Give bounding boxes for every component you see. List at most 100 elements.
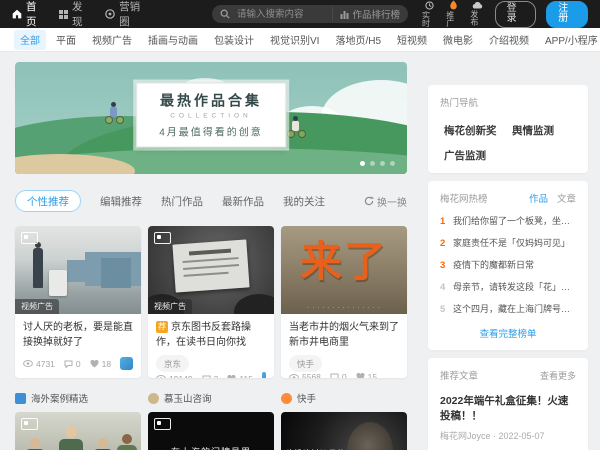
grid-icon	[59, 10, 68, 19]
tab-editor-recommend[interactable]: 编辑推荐	[100, 194, 142, 209]
views-stat: 19149	[156, 374, 193, 379]
comment-icon	[64, 360, 73, 368]
search-icon	[220, 9, 230, 19]
publish-label: 发布	[470, 11, 484, 27]
cloud-upload-icon	[472, 1, 483, 9]
hot-list-item[interactable]: 1 我们给你留了一个板凳，坐不坐？	[440, 214, 576, 227]
bar-chart-icon	[340, 10, 349, 19]
category-item[interactable]: 包装设计	[208, 30, 260, 50]
feed-column: 慕玉山咨询 在上海的门牌号里	[148, 391, 274, 450]
work-thumbnail[interactable]: 视频广告	[148, 226, 274, 314]
category-item[interactable]: 插画与动画	[142, 30, 204, 50]
work-card[interactable]: 来了 · · · · · · · · · · · · · · · 当老市井的烟火…	[281, 226, 407, 378]
hot-list-item[interactable]: 4 母亲节，请转发这段「花」给妈妈看	[440, 280, 576, 293]
category-item[interactable]: APP/小程序	[539, 30, 600, 50]
author-avatar[interactable]	[120, 357, 133, 370]
video-thumbnail[interactable]	[15, 412, 141, 450]
login-button[interactable]: 登录	[495, 1, 537, 28]
source-grid-icon	[15, 393, 26, 404]
realtime-button[interactable]: 实时	[422, 1, 436, 28]
brand-tag[interactable]: 京东	[156, 355, 189, 372]
category-all[interactable]: 全部	[14, 30, 46, 50]
link-opinion-monitor[interactable]: 舆情监测	[508, 123, 576, 138]
work-card[interactable]: 视频广告 讨人厌的老板，要是能直接换掉就好了 4731 0	[15, 226, 141, 378]
nav-marketing[interactable]: 营销圈	[105, 0, 148, 29]
refresh-button[interactable]: 换一换	[364, 194, 407, 209]
promote-button[interactable]: 推广	[446, 0, 460, 28]
link-meihua-award[interactable]: 梅花创新奖	[440, 123, 508, 138]
hot-list-tab-articles[interactable]: 文章	[557, 191, 576, 205]
article-item[interactable]: 2022年端午礼盒征集！火速投稿！！ 梅花网Joyce · 2022-05-07	[440, 394, 576, 442]
hero-banner[interactable]: 最热作品合集 COLLECTION 4月最值得看的创意	[15, 62, 407, 174]
author-avatar[interactable]	[262, 372, 266, 378]
category-item[interactable]: 落地页/H5	[329, 30, 387, 50]
video-thumbnail[interactable]: 吃没吃过沙县的	[281, 412, 407, 450]
category-item[interactable]: 短视频	[391, 30, 433, 50]
feed-source-name: 海外案例精选	[31, 391, 88, 405]
link-ad-monitor[interactable]: 广告监测	[440, 148, 508, 163]
banner-title: 最热作品合集	[159, 90, 263, 110]
work-thumbnail[interactable]: 视频广告	[15, 226, 141, 314]
view-more-link[interactable]: 查看更多	[540, 369, 576, 382]
ranking-label: 作品排行榜	[352, 7, 400, 21]
video-icon	[21, 232, 38, 244]
category-item[interactable]: 平面	[50, 30, 82, 50]
feed-source[interactable]: 快手	[281, 391, 407, 405]
work-cards-row: 视频广告 讨人厌的老板，要是能直接换掉就好了 4731 0	[15, 226, 407, 378]
nav-marketing-label: 营销圈	[119, 0, 148, 29]
tab-personal-recommend[interactable]: 个性推荐	[15, 190, 81, 212]
work-card[interactable]: 视频广告 荐京东图书反套路操作，在读书日向你找「买」书 京东 19149	[148, 226, 274, 378]
carousel-dot[interactable]	[390, 161, 395, 166]
category-item[interactable]: 视频广告	[86, 30, 138, 50]
video-icon	[154, 418, 171, 430]
brand-tag[interactable]: 快手	[289, 355, 322, 372]
carousel-dot[interactable]	[360, 161, 365, 166]
nav-home[interactable]: 首页	[12, 0, 45, 29]
carousel-dot[interactable]	[380, 161, 385, 166]
feed-source-name: 慕玉山咨询	[164, 391, 212, 405]
work-stats: 5568 0 15	[281, 372, 407, 378]
comments-stat: 0	[330, 372, 347, 378]
hot-list-item[interactable]: 5 这个四月，藏在上海门牌号里的春天	[440, 302, 576, 315]
category-item[interactable]: 视觉识别VI	[264, 30, 325, 50]
work-stats: 19149 3 115	[148, 372, 274, 378]
tab-hot-works[interactable]: 热门作品	[161, 194, 203, 209]
hot-list-item[interactable]: 3 疫情下的魔都新日常	[440, 258, 576, 271]
video-thumbnail[interactable]: 在上海的门牌号里	[148, 412, 274, 450]
page: 首页 发现 营销圈 作品排行榜 实时 推广	[0, 0, 600, 450]
search-input[interactable]	[235, 8, 327, 21]
bottom-feeds-row: 海外案例精选 慕玉山咨询 在上海的门牌号里	[15, 391, 407, 450]
eye-icon	[23, 360, 33, 367]
feed-source[interactable]: 海外案例精选	[15, 391, 141, 405]
category-item[interactable]: 介绍视频	[483, 30, 535, 50]
heart-icon	[90, 360, 99, 368]
feed-column: 快手 吃没吃过沙县的	[281, 391, 407, 450]
work-title[interactable]: 荐京东图书反套路操作，在读书日向你找「买」书	[156, 320, 266, 350]
clock-icon	[425, 1, 434, 10]
nav-discover[interactable]: 发现	[59, 0, 91, 29]
carousel-dot[interactable]	[370, 161, 375, 166]
work-title[interactable]: 讨人厌的老板，要是能直接换掉就好了	[23, 320, 133, 350]
ranking-button[interactable]: 作品排行榜	[332, 7, 400, 21]
feed-source[interactable]: 慕玉山咨询	[148, 391, 274, 405]
tab-my-follow[interactable]: 我的关注	[283, 194, 325, 209]
heart-icon	[227, 375, 236, 379]
source-avatar-icon	[148, 393, 159, 404]
hot-list-card: 梅花网热榜 作品 文章 1 我们给你留了一个板凳，坐不坐？ 2 家庭责任不是「仅…	[428, 181, 588, 350]
category-item[interactable]: 微电影	[437, 30, 479, 50]
hot-list-tab-works[interactable]: 作品	[529, 191, 548, 205]
view-full-list-link[interactable]: 查看完整榜单	[440, 326, 576, 340]
publish-button[interactable]: 发布	[470, 1, 484, 27]
register-button[interactable]: 注册	[546, 1, 588, 28]
hot-list-item[interactable]: 2 家庭责任不是「仅妈妈可见」	[440, 236, 576, 249]
heart-icon	[356, 373, 365, 378]
work-thumbnail[interactable]: 来了 · · · · · · · · · · · · · · ·	[281, 226, 407, 314]
views-stat: 5568	[289, 372, 321, 378]
search-bar[interactable]: 作品排行榜	[212, 5, 408, 23]
tab-newest-works[interactable]: 最新作品	[222, 194, 264, 209]
refresh-icon	[364, 196, 374, 206]
hot-nav-card: 热门导航 梅花创新奖 舆情监测 广告监测	[428, 85, 588, 173]
recommended-articles-card: 推荐文章 查看更多 2022年端午礼盒征集！火速投稿！！ 梅花网Joyce · …	[428, 358, 588, 450]
work-title[interactable]: 当老市井的烟火气来到了新市井电商里	[289, 320, 399, 350]
poster-caption: · · · · · · · · · · · · · · ·	[281, 305, 407, 311]
